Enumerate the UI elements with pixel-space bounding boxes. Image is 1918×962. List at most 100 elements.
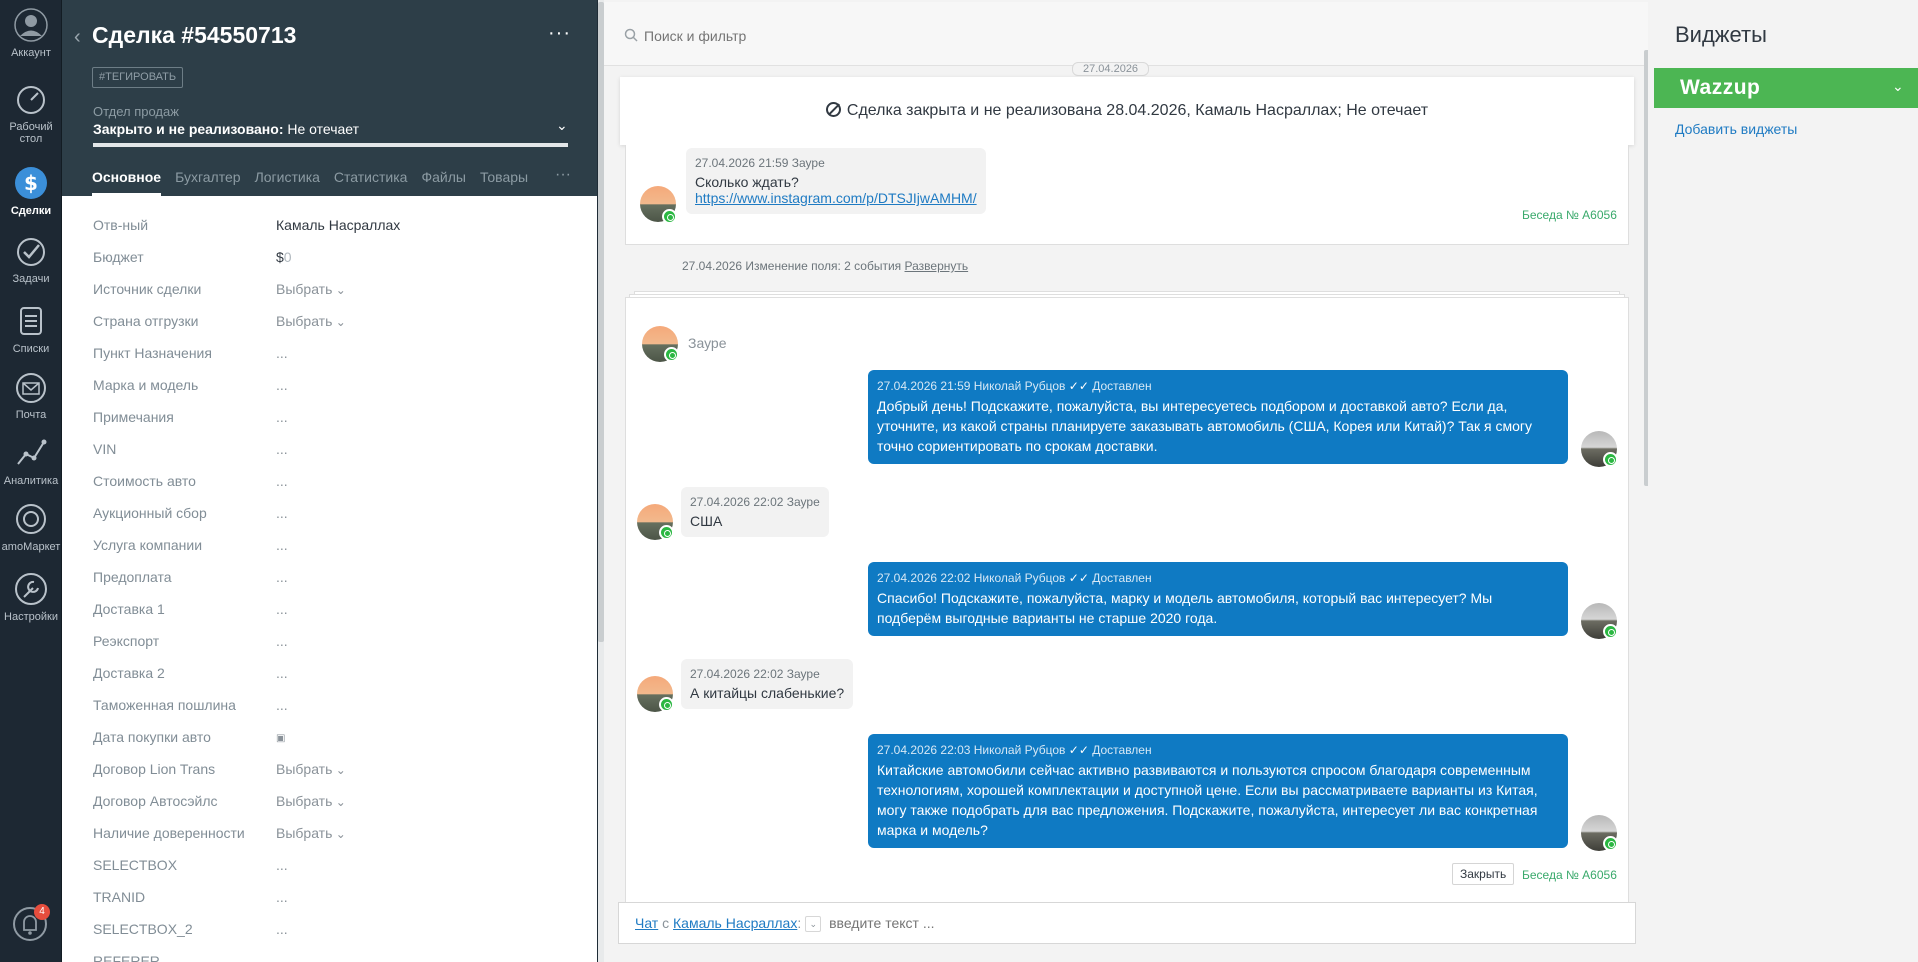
nav-dashboard[interactable]: Рабочий стол [0,84,62,145]
field-referer: REFERER [93,949,573,962]
tab-statistics[interactable]: Статистика [334,167,408,196]
message-composer: Чат с Камаль Насраллах: ⌄ [618,902,1636,944]
expand-link[interactable]: Развернуть [905,259,969,273]
deal-header: ‹ Сделка #54550713 ··· #ТЕГИРОВАТЬ Отдел… [62,0,597,196]
field-input[interactable]: ... [276,569,288,585]
conversation-number[interactable]: Беседа № A6056 [1522,868,1617,882]
tab-accounting[interactable]: Бухгалтер [175,167,240,196]
pipeline-name: Отдел продаж [93,104,179,119]
field-input[interactable]: ... [276,537,288,553]
deal-tabs: Основное Бухгалтер Логистика Статистика Файл… [92,167,542,196]
nav-market-label: amoМаркет [1,541,61,553]
back-arrow-icon[interactable]: ‹ [74,26,81,49]
tab-files[interactable]: Файлы [421,167,465,196]
message-meta: 27.04.2026 21:59 Николай Рубцов ✓✓ Доста… [877,378,1559,394]
field-contract-autosales: Договор Автосэйлс Выбрать [93,789,573,821]
tab-products[interactable]: Товары [480,167,528,196]
message-meta: 27.04.2026 22:02 Зауре [690,495,820,509]
field-input[interactable]: ... [276,473,288,489]
market-icon [16,504,46,534]
double-check-icon: ✓✓ [1068,379,1089,393]
field-input[interactable]: ... [276,601,288,617]
wazzup-widget[interactable]: Wazzup ⌄ [1654,68,1918,108]
field-input[interactable]: ... [276,505,288,521]
checkmark-icon [17,238,45,266]
field-label: Реэкспорт [93,633,160,649]
add-widgets-link[interactable]: Добавить виджеты [1675,121,1797,137]
nav-mail[interactable]: Почта [0,372,62,421]
message-meta: 27.04.2026 22:02 Николай Рубцов ✓✓ Доста… [877,570,1559,586]
calendar-icon[interactable]: ▣ [276,733,285,744]
tab-logistics[interactable]: Логистика [255,167,320,196]
field-select[interactable]: Выбрать [276,761,346,777]
tab-main[interactable]: Основное [92,167,162,196]
currency-symbol: $ [276,249,284,265]
field-notes: Примечания... [93,405,573,437]
chat-type-link[interactable]: Чат [635,915,658,931]
message-meta: 27.04.2026 21:59 Зауре [695,156,825,170]
message-meta: 27.04.2026 22:03 Николай Рубцов ✓✓ Доста… [877,742,1559,758]
budget-input[interactable]: $0 [276,249,292,265]
message-incoming: 27.04.2026 21:59 Зауре Сколько ждать? ht… [686,148,986,214]
field-input[interactable]: ... [276,377,288,393]
recipient-link[interactable]: Камаль Насраллах [673,915,797,931]
whatsapp-icon [659,697,674,712]
field-label: VIN [93,441,117,457]
chevron-down-icon[interactable]: ⌄ [556,117,568,134]
message-input[interactable] [829,915,1330,931]
field-select[interactable]: Выбрать [276,793,346,809]
field-input[interactable]: ... [276,665,288,681]
nav-analytics-label: Аналитика [3,475,59,487]
field-label: REFERER [93,953,160,962]
field-input[interactable]: ... [276,633,288,649]
field-value[interactable]: Камаль Насраллах [276,217,400,233]
field-label: Доставка 2 [93,665,165,681]
nav-account[interactable]: Аккаунт [0,8,62,59]
field-input[interactable]: ... [276,345,288,361]
field-vin: VIN... [93,437,573,469]
deal-menu-button[interactable]: ··· [548,22,571,45]
search-icon [624,28,638,42]
field-input[interactable]: ... [276,409,288,425]
gauge-icon [17,86,45,114]
field-delivery-2: Доставка 2... [93,661,573,693]
field-input[interactable]: ... [276,921,288,937]
chat-card: 27.04.2026 21:59 Зауре Сколько ждать? ht… [625,145,1629,245]
deal-closed-text: Сделка закрыта и не реализована 28.04.20… [846,102,1429,119]
search-bar [604,2,1648,66]
field-power-of-attorney: Наличие доверенности Выбрать [93,821,573,853]
nav-deals[interactable]: $ Сделки [0,166,62,217]
field-label: Дата покупки авто [93,729,211,745]
recipient-dropdown-icon[interactable]: ⌄ [805,916,822,933]
field-source: Источник сделки Выбрать [93,277,573,309]
search-input[interactable] [644,26,1204,46]
field-label: Отв-ный [93,217,149,233]
field-input[interactable]: ... [276,889,288,905]
tag-button[interactable]: #ТЕГИРОВАТЬ [92,67,184,88]
field-input[interactable]: ... [276,857,288,873]
chevron-down-icon[interactable]: ⌄ [1892,78,1904,95]
field-label: Доставка 1 [93,601,165,617]
field-label: SELECTBOX_2 [93,921,193,937]
nav-market[interactable]: amoМаркет [0,502,62,553]
field-label: Таможенная пошлина [93,697,236,713]
field-change-note: 27.04.2026 Изменение поля: 2 события Раз… [682,259,968,273]
field-select[interactable]: Выбрать [276,825,346,841]
nav-tasks[interactable]: Задачи [0,236,62,285]
status-select[interactable]: Закрыто и не реализовано: Не отечает [93,121,359,137]
field-select[interactable]: Выбрать [276,313,346,329]
nav-analytics[interactable]: Аналитика [0,436,62,487]
message-text: Сколько ждать? [695,174,799,190]
nav-deals-label: Сделки [10,205,52,217]
nav-lists-label: Списки [12,343,50,355]
field-input[interactable]: ... [276,697,288,713]
field-select[interactable]: Выбрать [276,281,346,297]
nav-settings[interactable]: Настройки [0,572,62,623]
close-conversation-button[interactable]: Закрыть [1452,863,1515,885]
message-link[interactable]: https://www.instagram.com/p/DTSJIjwAMHM/ [695,190,977,206]
tabs-more-button[interactable]: ··· [555,166,571,184]
field-delivery-1: Доставка 1... [93,597,573,629]
conversation-number[interactable]: Беседа № A6056 [1522,208,1617,222]
field-input[interactable]: ... [276,441,288,457]
nav-lists[interactable]: Списки [0,304,62,355]
